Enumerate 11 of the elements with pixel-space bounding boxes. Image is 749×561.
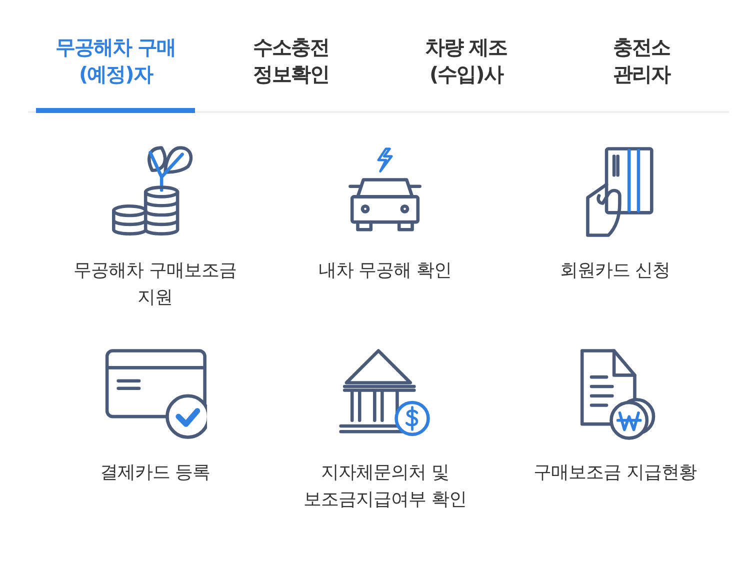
tab[interactable]: 차량 제조 (수입)사 [386,30,546,113]
card-check-icon[interactable] [103,347,207,441]
tab[interactable]: 충전소 관리자 [562,30,721,113]
tab[interactable]: 수소충전 정보확인 [211,30,370,113]
menu-label[interactable]: 결제카드 등록 [100,459,210,486]
menu-label[interactable]: 회원카드 신청 [560,257,670,284]
menu-label[interactable]: 내차 무공해 확인 [318,257,452,284]
menu-label[interactable]: 무공해차 구매보조금 지원 [74,257,236,311]
menu-label[interactable]: 구매보조금 지급현황 [534,459,696,486]
tab[interactable]: 무공해차 구매 (예정)자 [36,30,196,113]
menu-label[interactable]: 지자체문의처 및 보조금지급여부 확인 [304,459,466,513]
